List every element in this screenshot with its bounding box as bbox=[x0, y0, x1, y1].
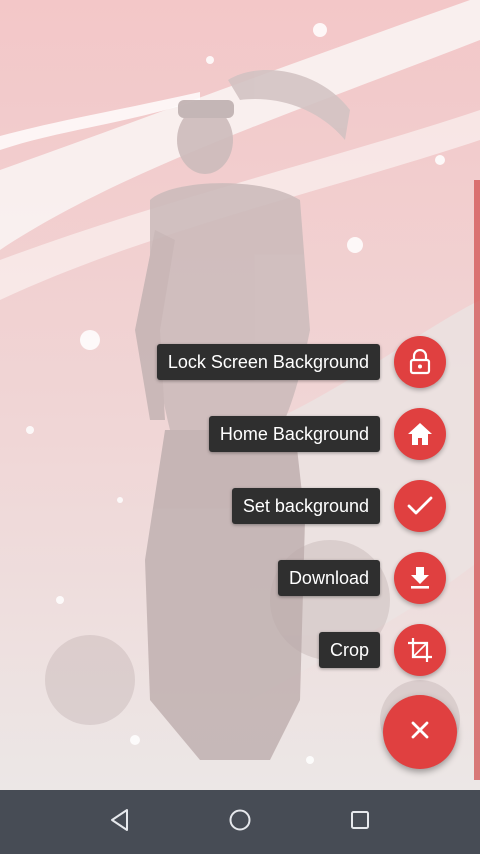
close-icon bbox=[411, 721, 429, 744]
fab-item-set-background[interactable]: Set background bbox=[231, 480, 446, 532]
home-icon bbox=[407, 422, 433, 446]
fab-menu: Lock Screen Background Home Background S… bbox=[0, 0, 480, 790]
close-menu-button[interactable] bbox=[383, 695, 457, 769]
check-icon bbox=[407, 496, 433, 516]
fab-item-crop[interactable]: Crop bbox=[318, 624, 446, 676]
home-background-button[interactable] bbox=[394, 408, 446, 460]
home-circle-icon bbox=[228, 808, 252, 837]
download-button[interactable] bbox=[394, 552, 446, 604]
system-navigation-bar bbox=[0, 790, 480, 854]
fab-label-download[interactable]: Download bbox=[277, 560, 380, 596]
download-icon bbox=[409, 566, 431, 590]
lock-icon bbox=[409, 349, 431, 375]
back-icon bbox=[109, 808, 131, 837]
fab-label-home[interactable]: Home Background bbox=[208, 416, 380, 452]
crop-icon bbox=[407, 637, 433, 663]
lock-screen-background-button[interactable] bbox=[394, 336, 446, 388]
nav-home-button[interactable] bbox=[222, 804, 258, 840]
fab-item-download[interactable]: Download bbox=[277, 552, 446, 604]
fab-label-crop[interactable]: Crop bbox=[318, 632, 380, 668]
set-background-button[interactable] bbox=[394, 480, 446, 532]
crop-button[interactable] bbox=[394, 624, 446, 676]
fab-label-set-background[interactable]: Set background bbox=[231, 488, 380, 524]
recents-icon bbox=[349, 809, 371, 836]
nav-back-button[interactable] bbox=[102, 804, 138, 840]
fab-item-lock-screen[interactable]: Lock Screen Background bbox=[156, 336, 446, 388]
fab-label-lock-screen[interactable]: Lock Screen Background bbox=[156, 344, 380, 380]
fab-item-home[interactable]: Home Background bbox=[208, 408, 446, 460]
nav-recents-button[interactable] bbox=[342, 804, 378, 840]
